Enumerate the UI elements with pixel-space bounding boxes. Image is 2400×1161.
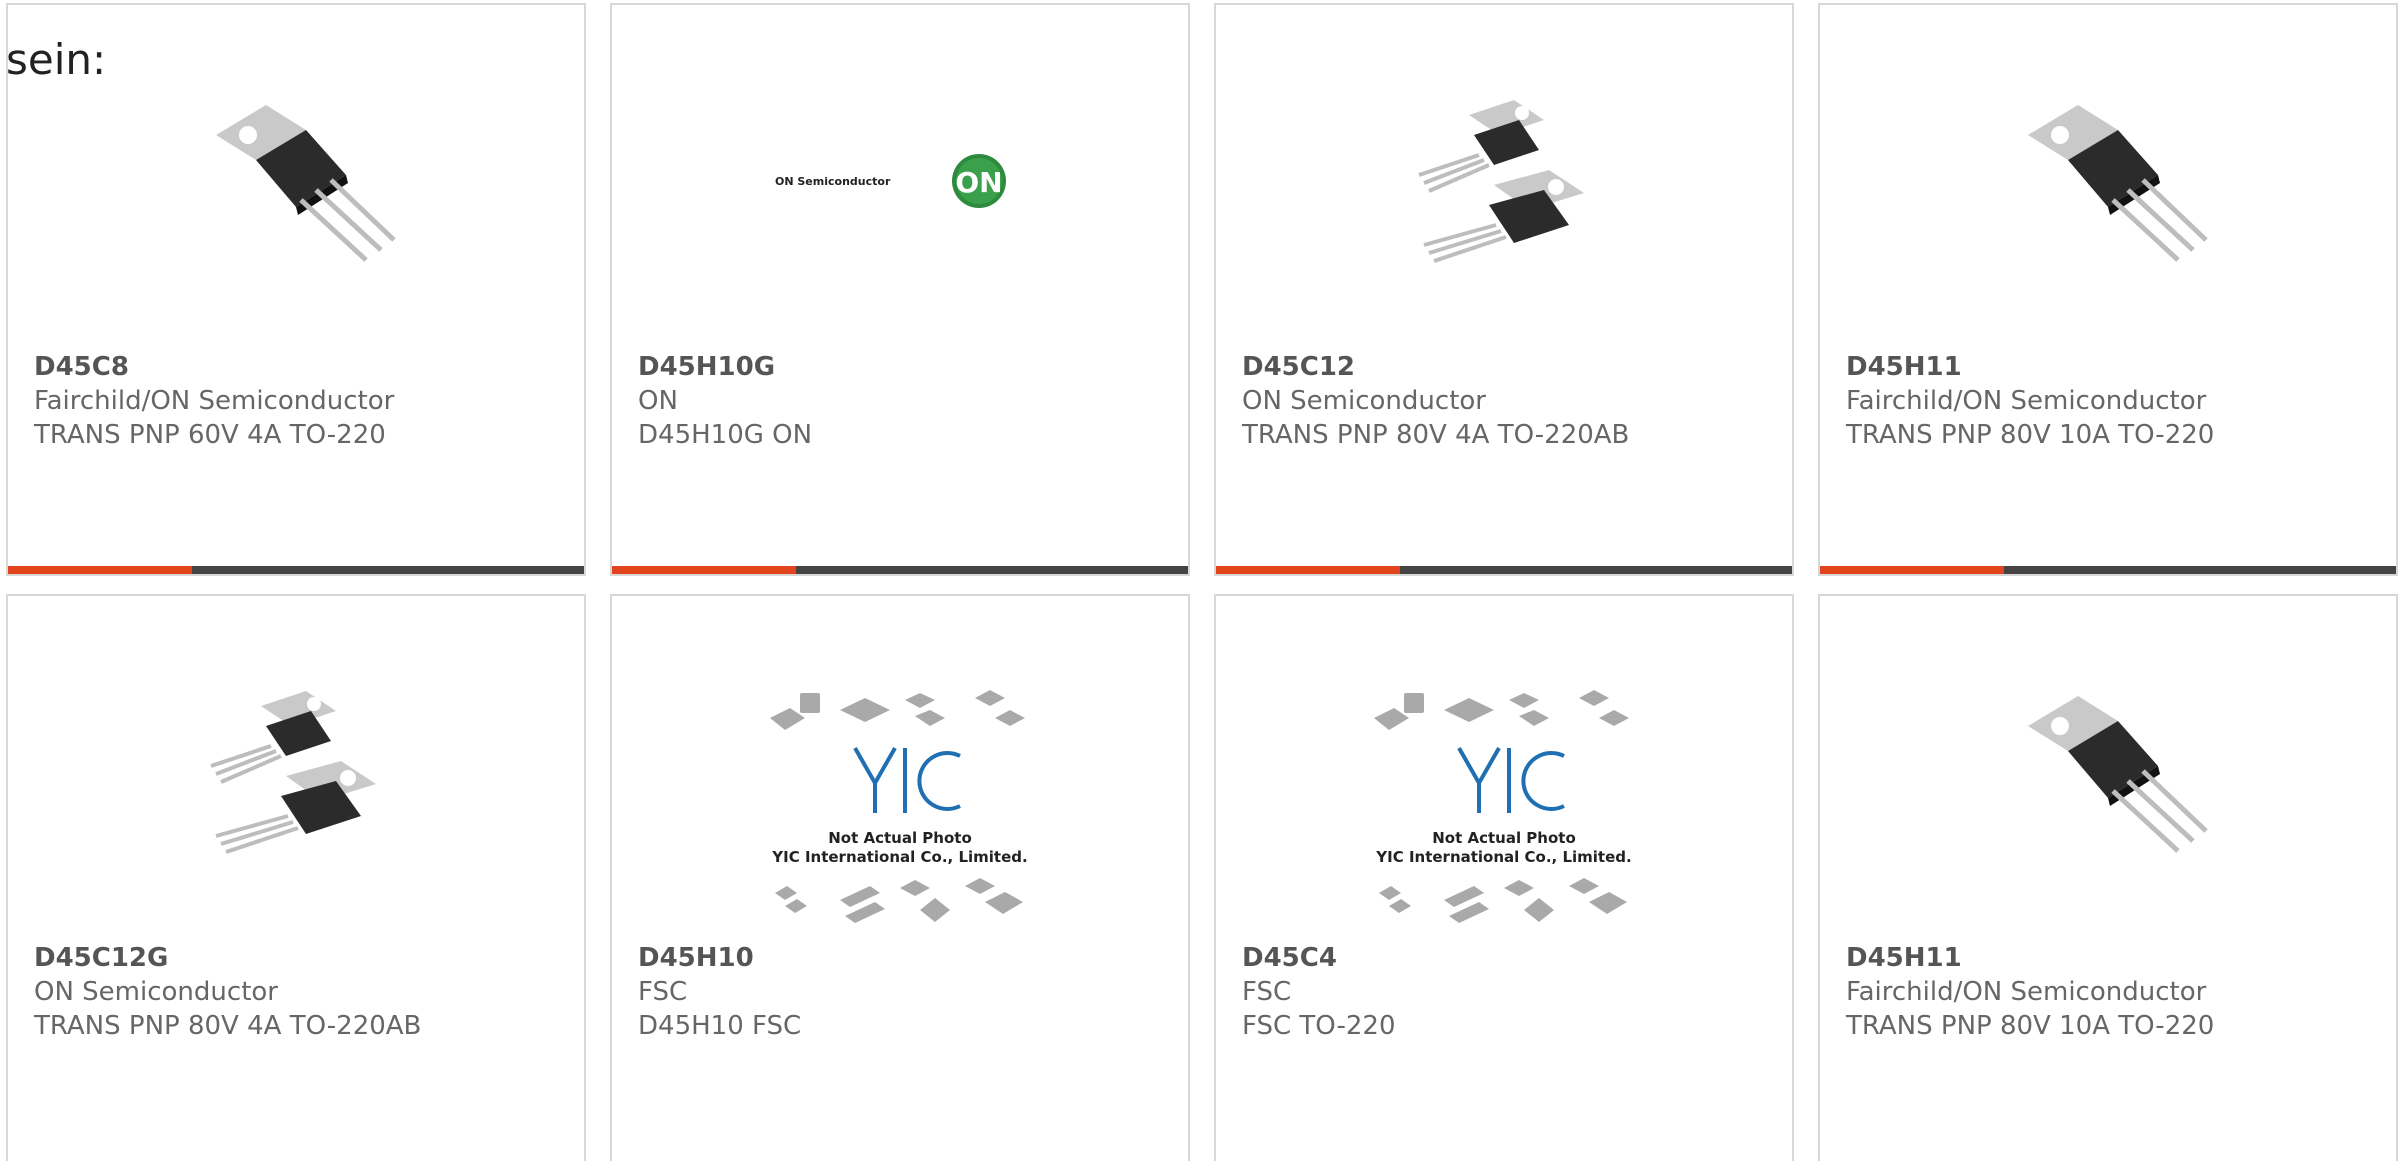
manufacturer: FSC xyxy=(1242,977,1292,1007)
part-number[interactable]: D45H10G xyxy=(638,350,1168,384)
description: TRANS PNP 80V 4A TO-220AB xyxy=(1242,420,1630,450)
manufacturer: ON Semiconductor xyxy=(1242,386,1486,416)
product-card[interactable]: ON Semiconductor ON D45H10G ON D45H10G O… xyxy=(610,3,1190,576)
transistor-pair-photo-icon xyxy=(1404,75,1604,275)
yic-placeholder-photo-icon: Not Actual Photo YIC International Co., … xyxy=(765,688,1035,938)
product-card[interactable]: D45H11 Fairchild/ON Semiconductor TRANS … xyxy=(1818,594,2398,1161)
card-accent-bar xyxy=(612,566,796,574)
transistor-photo-icon xyxy=(2008,666,2208,866)
product-info: D45H11 Fairchild/ON Semiconductor TRANS … xyxy=(1846,941,2376,1043)
on-semiconductor-logo-icon: ON Semiconductor ON xyxy=(765,105,1035,255)
product-info: D45H11 Fairchild/ON Semiconductor TRANS … xyxy=(1846,350,2376,452)
card-accent-bar xyxy=(1216,566,1400,574)
manufacturer: Fairchild/ON Semiconductor xyxy=(1846,386,2207,416)
description: TRANS PNP 80V 10A TO-220 xyxy=(1846,420,2215,450)
description: TRANS PNP 80V 4A TO-220AB xyxy=(34,1011,422,1041)
product-card[interactable]: D45H11 Fairchild/ON Semiconductor TRANS … xyxy=(1818,3,2398,576)
manufacturer: ON Semiconductor xyxy=(34,977,278,1007)
logo-badge: ON xyxy=(955,166,1002,199)
part-number[interactable]: D45C12G xyxy=(34,941,564,975)
description: FSC TO-220 xyxy=(1242,1011,1396,1041)
product-info: D45C12 ON Semiconductor TRANS PNP 80V 4A… xyxy=(1242,350,1772,452)
product-info: D45C12G ON Semiconductor TRANS PNP 80V 4… xyxy=(34,941,564,1043)
product-info: D45C4 FSC FSC TO-220 xyxy=(1242,941,1772,1043)
yic-placeholder-photo-icon: Not Actual Photo YIC International Co., … xyxy=(1369,688,1639,938)
manufacturer: Fairchild/ON Semiconductor xyxy=(1846,977,2207,1007)
part-number[interactable]: D45H11 xyxy=(1846,350,2376,384)
intro-text: sein: xyxy=(6,35,107,84)
part-number[interactable]: D45C8 xyxy=(34,350,564,384)
product-card[interactable]: D45C8 Fairchild/ON Semiconductor TRANS P… xyxy=(6,3,586,576)
logo-text: ON Semiconductor xyxy=(775,175,891,188)
product-info: D45H10 FSC D45H10 FSC xyxy=(638,941,1168,1043)
manufacturer: ON xyxy=(638,386,678,416)
card-accent-bar xyxy=(1820,566,2004,574)
placeholder-line-1: Not Actual Photo xyxy=(828,829,972,847)
description: D45H10 FSC xyxy=(638,1011,802,1041)
product-card[interactable]: Not Actual Photo YIC International Co., … xyxy=(610,594,1190,1161)
product-listing-page: sein: D45C8 Fairchild/ON Semiconductor T… xyxy=(0,0,2400,1161)
product-info: D45H10G ON D45H10G ON xyxy=(638,350,1168,452)
manufacturer: Fairchild/ON Semiconductor xyxy=(34,386,395,416)
card-accent-bar xyxy=(8,566,192,574)
transistor-photo-icon xyxy=(196,75,396,275)
description: TRANS PNP 80V 10A TO-220 xyxy=(1846,1011,2215,1041)
product-card[interactable]: D45C12G ON Semiconductor TRANS PNP 80V 4… xyxy=(6,594,586,1161)
part-number[interactable]: D45H10 xyxy=(638,941,1168,975)
description: TRANS PNP 60V 4A TO-220 xyxy=(34,420,386,450)
placeholder-line-1: Not Actual Photo xyxy=(1432,829,1576,847)
placeholder-line-2: YIC International Co., Limited. xyxy=(771,848,1027,866)
placeholder-line-2: YIC International Co., Limited. xyxy=(1375,848,1631,866)
part-number[interactable]: D45C12 xyxy=(1242,350,1772,384)
description: D45H10G ON xyxy=(638,420,813,450)
product-grid: D45C8 Fairchild/ON Semiconductor TRANS P… xyxy=(0,0,2400,1161)
transistor-photo-icon xyxy=(2008,75,2208,275)
card-bottom-bar xyxy=(8,566,584,574)
manufacturer: FSC xyxy=(638,977,688,1007)
card-bottom-bar xyxy=(1216,566,1792,574)
product-card[interactable]: D45C12 ON Semiconductor TRANS PNP 80V 4A… xyxy=(1214,3,1794,576)
product-info: D45C8 Fairchild/ON Semiconductor TRANS P… xyxy=(34,350,564,452)
transistor-pair-photo-icon xyxy=(196,666,396,866)
card-bottom-bar xyxy=(612,566,1188,574)
part-number[interactable]: D45H11 xyxy=(1846,941,2376,975)
product-card[interactable]: Not Actual Photo YIC International Co., … xyxy=(1214,594,1794,1161)
card-bottom-bar xyxy=(1820,566,2396,574)
part-number[interactable]: D45C4 xyxy=(1242,941,1772,975)
